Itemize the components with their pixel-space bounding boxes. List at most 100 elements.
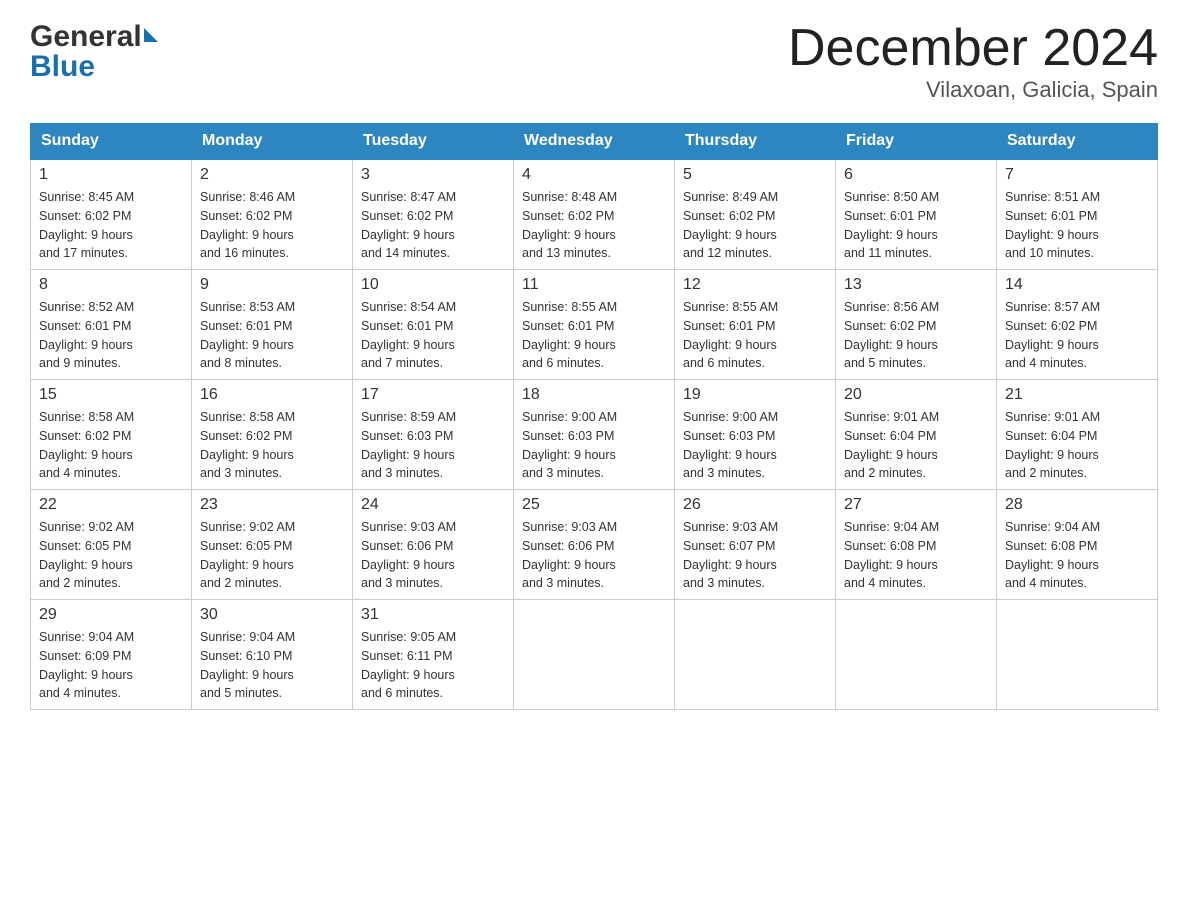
day-number: 22 bbox=[39, 496, 183, 514]
header-saturday: Saturday bbox=[997, 124, 1158, 160]
day-number: 16 bbox=[200, 386, 344, 404]
day-info: Sunrise: 8:55 AM Sunset: 6:01 PM Dayligh… bbox=[522, 298, 666, 373]
header-monday: Monday bbox=[192, 124, 353, 160]
calendar-cell: 8 Sunrise: 8:52 AM Sunset: 6:01 PM Dayli… bbox=[31, 270, 192, 380]
header-wednesday: Wednesday bbox=[514, 124, 675, 160]
calendar-cell: 12 Sunrise: 8:55 AM Sunset: 6:01 PM Dayl… bbox=[675, 270, 836, 380]
calendar-cell: 13 Sunrise: 8:56 AM Sunset: 6:02 PM Dayl… bbox=[836, 270, 997, 380]
logo-arrow-icon bbox=[144, 28, 158, 42]
day-info: Sunrise: 8:57 AM Sunset: 6:02 PM Dayligh… bbox=[1005, 298, 1149, 373]
day-number: 14 bbox=[1005, 276, 1149, 294]
day-number: 6 bbox=[844, 166, 988, 184]
day-info: Sunrise: 8:51 AM Sunset: 6:01 PM Dayligh… bbox=[1005, 188, 1149, 263]
day-info: Sunrise: 9:05 AM Sunset: 6:11 PM Dayligh… bbox=[361, 628, 505, 703]
week-row-3: 15 Sunrise: 8:58 AM Sunset: 6:02 PM Dayl… bbox=[31, 380, 1158, 490]
calendar-table: SundayMondayTuesdayWednesdayThursdayFrid… bbox=[30, 123, 1158, 710]
logo-blue-text: Blue bbox=[30, 50, 158, 84]
calendar-cell: 26 Sunrise: 9:03 AM Sunset: 6:07 PM Dayl… bbox=[675, 490, 836, 600]
header-tuesday: Tuesday bbox=[353, 124, 514, 160]
day-info: Sunrise: 8:56 AM Sunset: 6:02 PM Dayligh… bbox=[844, 298, 988, 373]
day-number: 23 bbox=[200, 496, 344, 514]
calendar-cell bbox=[675, 600, 836, 710]
day-number: 5 bbox=[683, 166, 827, 184]
calendar-cell: 17 Sunrise: 8:59 AM Sunset: 6:03 PM Dayl… bbox=[353, 380, 514, 490]
calendar-cell: 1 Sunrise: 8:45 AM Sunset: 6:02 PM Dayli… bbox=[31, 159, 192, 270]
day-number: 15 bbox=[39, 386, 183, 404]
title-section: December 2024 Vilaxoan, Galicia, Spain bbox=[788, 20, 1158, 103]
day-number: 2 bbox=[200, 166, 344, 184]
calendar-cell bbox=[997, 600, 1158, 710]
logo-general-text: General bbox=[30, 20, 142, 54]
day-number: 8 bbox=[39, 276, 183, 294]
calendar-cell: 5 Sunrise: 8:49 AM Sunset: 6:02 PM Dayli… bbox=[675, 159, 836, 270]
day-number: 21 bbox=[1005, 386, 1149, 404]
day-number: 13 bbox=[844, 276, 988, 294]
calendar-subtitle: Vilaxoan, Galicia, Spain bbox=[788, 77, 1158, 103]
calendar-title: December 2024 bbox=[788, 20, 1158, 77]
calendar-cell: 31 Sunrise: 9:05 AM Sunset: 6:11 PM Dayl… bbox=[353, 600, 514, 710]
page-header: General Blue December 2024 Vilaxoan, Gal… bbox=[30, 20, 1158, 103]
calendar-cell: 28 Sunrise: 9:04 AM Sunset: 6:08 PM Dayl… bbox=[997, 490, 1158, 600]
day-number: 11 bbox=[522, 276, 666, 294]
calendar-cell: 16 Sunrise: 8:58 AM Sunset: 6:02 PM Dayl… bbox=[192, 380, 353, 490]
week-row-5: 29 Sunrise: 9:04 AM Sunset: 6:09 PM Dayl… bbox=[31, 600, 1158, 710]
day-info: Sunrise: 9:03 AM Sunset: 6:06 PM Dayligh… bbox=[361, 518, 505, 593]
day-info: Sunrise: 8:45 AM Sunset: 6:02 PM Dayligh… bbox=[39, 188, 183, 263]
calendar-cell: 19 Sunrise: 9:00 AM Sunset: 6:03 PM Dayl… bbox=[675, 380, 836, 490]
header-sunday: Sunday bbox=[31, 124, 192, 160]
day-info: Sunrise: 9:01 AM Sunset: 6:04 PM Dayligh… bbox=[844, 408, 988, 483]
day-info: Sunrise: 9:04 AM Sunset: 6:08 PM Dayligh… bbox=[844, 518, 988, 593]
day-number: 24 bbox=[361, 496, 505, 514]
day-number: 3 bbox=[361, 166, 505, 184]
day-info: Sunrise: 9:01 AM Sunset: 6:04 PM Dayligh… bbox=[1005, 408, 1149, 483]
day-number: 10 bbox=[361, 276, 505, 294]
day-info: Sunrise: 8:59 AM Sunset: 6:03 PM Dayligh… bbox=[361, 408, 505, 483]
calendar-cell: 23 Sunrise: 9:02 AM Sunset: 6:05 PM Dayl… bbox=[192, 490, 353, 600]
day-number: 17 bbox=[361, 386, 505, 404]
day-number: 1 bbox=[39, 166, 183, 184]
calendar-cell: 11 Sunrise: 8:55 AM Sunset: 6:01 PM Dayl… bbox=[514, 270, 675, 380]
day-info: Sunrise: 8:52 AM Sunset: 6:01 PM Dayligh… bbox=[39, 298, 183, 373]
day-info: Sunrise: 9:00 AM Sunset: 6:03 PM Dayligh… bbox=[683, 408, 827, 483]
day-number: 18 bbox=[522, 386, 666, 404]
day-info: Sunrise: 8:55 AM Sunset: 6:01 PM Dayligh… bbox=[683, 298, 827, 373]
day-number: 12 bbox=[683, 276, 827, 294]
day-number: 29 bbox=[39, 606, 183, 624]
day-number: 9 bbox=[200, 276, 344, 294]
calendar-cell: 10 Sunrise: 8:54 AM Sunset: 6:01 PM Dayl… bbox=[353, 270, 514, 380]
logo: General Blue bbox=[30, 20, 158, 84]
calendar-cell: 7 Sunrise: 8:51 AM Sunset: 6:01 PM Dayli… bbox=[997, 159, 1158, 270]
week-row-1: 1 Sunrise: 8:45 AM Sunset: 6:02 PM Dayli… bbox=[31, 159, 1158, 270]
day-info: Sunrise: 8:49 AM Sunset: 6:02 PM Dayligh… bbox=[683, 188, 827, 263]
day-info: Sunrise: 8:54 AM Sunset: 6:01 PM Dayligh… bbox=[361, 298, 505, 373]
day-info: Sunrise: 9:04 AM Sunset: 6:08 PM Dayligh… bbox=[1005, 518, 1149, 593]
calendar-cell: 14 Sunrise: 8:57 AM Sunset: 6:02 PM Dayl… bbox=[997, 270, 1158, 380]
day-number: 30 bbox=[200, 606, 344, 624]
day-info: Sunrise: 8:58 AM Sunset: 6:02 PM Dayligh… bbox=[39, 408, 183, 483]
calendar-cell: 25 Sunrise: 9:03 AM Sunset: 6:06 PM Dayl… bbox=[514, 490, 675, 600]
day-info: Sunrise: 8:50 AM Sunset: 6:01 PM Dayligh… bbox=[844, 188, 988, 263]
day-number: 31 bbox=[361, 606, 505, 624]
day-info: Sunrise: 9:03 AM Sunset: 6:07 PM Dayligh… bbox=[683, 518, 827, 593]
calendar-cell: 22 Sunrise: 9:02 AM Sunset: 6:05 PM Dayl… bbox=[31, 490, 192, 600]
day-number: 28 bbox=[1005, 496, 1149, 514]
header-friday: Friday bbox=[836, 124, 997, 160]
day-info: Sunrise: 9:02 AM Sunset: 6:05 PM Dayligh… bbox=[200, 518, 344, 593]
day-number: 26 bbox=[683, 496, 827, 514]
calendar-cell: 30 Sunrise: 9:04 AM Sunset: 6:10 PM Dayl… bbox=[192, 600, 353, 710]
day-info: Sunrise: 8:53 AM Sunset: 6:01 PM Dayligh… bbox=[200, 298, 344, 373]
calendar-cell: 4 Sunrise: 8:48 AM Sunset: 6:02 PM Dayli… bbox=[514, 159, 675, 270]
day-info: Sunrise: 9:00 AM Sunset: 6:03 PM Dayligh… bbox=[522, 408, 666, 483]
day-number: 20 bbox=[844, 386, 988, 404]
calendar-cell: 6 Sunrise: 8:50 AM Sunset: 6:01 PM Dayli… bbox=[836, 159, 997, 270]
day-number: 19 bbox=[683, 386, 827, 404]
day-info: Sunrise: 8:58 AM Sunset: 6:02 PM Dayligh… bbox=[200, 408, 344, 483]
calendar-cell: 9 Sunrise: 8:53 AM Sunset: 6:01 PM Dayli… bbox=[192, 270, 353, 380]
calendar-cell: 20 Sunrise: 9:01 AM Sunset: 6:04 PM Dayl… bbox=[836, 380, 997, 490]
day-number: 4 bbox=[522, 166, 666, 184]
day-number: 27 bbox=[844, 496, 988, 514]
header-thursday: Thursday bbox=[675, 124, 836, 160]
calendar-cell: 15 Sunrise: 8:58 AM Sunset: 6:02 PM Dayl… bbox=[31, 380, 192, 490]
day-info: Sunrise: 8:46 AM Sunset: 6:02 PM Dayligh… bbox=[200, 188, 344, 263]
calendar-cell: 24 Sunrise: 9:03 AM Sunset: 6:06 PM Dayl… bbox=[353, 490, 514, 600]
